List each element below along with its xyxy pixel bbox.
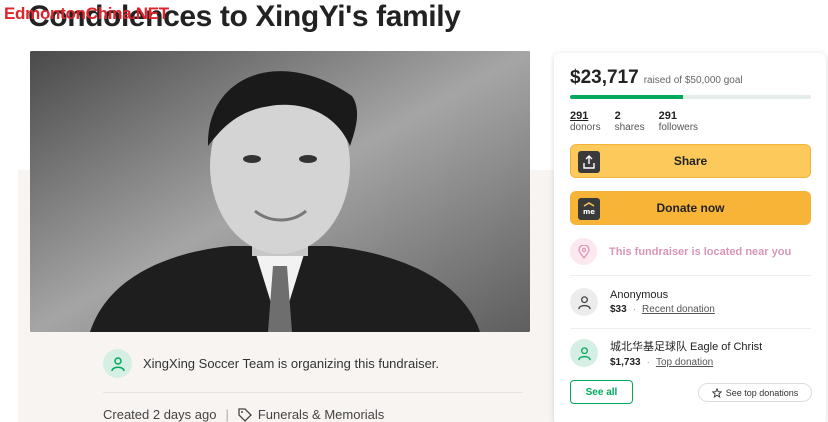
donors-count[interactable]: 291 (570, 110, 601, 122)
divider (103, 392, 523, 393)
dot-separator: · (632, 304, 637, 315)
divider (570, 275, 811, 276)
stats-row: 291 donors 2 shares 291 followers (570, 110, 712, 133)
category-link[interactable]: Funerals & Memorials (258, 407, 384, 422)
location-notice: This fundraiser is located near you (570, 238, 791, 265)
person-icon (103, 349, 132, 378)
donate-button[interactable]: me Donate now (570, 191, 811, 225)
shares-count: 2 (614, 110, 621, 122)
shares-label: shares (614, 122, 645, 133)
location-pin-icon (570, 238, 597, 265)
organizer-text: XingXing Soccer Team is organizing this … (143, 356, 440, 371)
meta-row: Created 2 days ago | Funerals & Memorial… (103, 407, 384, 422)
share-button[interactable]: Share (570, 144, 811, 178)
progress-bar (570, 95, 811, 99)
donor-amount: $1,733 (610, 357, 641, 368)
organizer-row: XingXing Soccer Team is organizing this … (103, 349, 439, 378)
created-date: Created 2 days ago (103, 407, 217, 422)
stat-followers: 291 followers (659, 110, 698, 133)
dot-separator: · (646, 357, 650, 368)
see-top-donations-label: See top donations (725, 387, 799, 398)
tag-icon (238, 407, 252, 422)
portrait-illustration (30, 51, 530, 332)
share-icon (578, 151, 600, 173)
progress-fill (570, 95, 684, 99)
share-label: Share (673, 154, 708, 168)
donors-label: donors (570, 122, 601, 133)
followers-label: followers (658, 122, 699, 133)
donor-amount: $33 (610, 304, 627, 315)
recent-donation-link[interactable]: Recent donation (642, 304, 715, 315)
see-all-button[interactable]: See all (570, 380, 633, 404)
watermark: EdmontonChina.NET (4, 4, 169, 23)
person-icon (570, 339, 598, 367)
followers-count: 291 (658, 110, 677, 122)
stat-shares: 2 shares (615, 110, 645, 133)
donor-name: 城北华基足球队 Eagle of Christ (610, 341, 763, 353)
star-icon (711, 387, 722, 398)
see-top-donations-button[interactable]: See top donations (698, 383, 812, 402)
gofundme-me-icon: me (578, 198, 600, 220)
fundraiser-photo[interactable] (30, 51, 530, 332)
raised-summary: $23,717 raised of $50,000 goal (570, 67, 743, 89)
donation-card: $23,717 raised of $50,000 goal 291 donor… (554, 53, 826, 422)
person-icon (570, 288, 598, 316)
meta-separator: | (225, 407, 229, 422)
donor-item: 城北华基足球队 Eagle of Christ $1,733 · Top don… (570, 338, 762, 368)
donate-label: Donate now (656, 201, 725, 215)
location-notice-text: This fundraiser is located near you (609, 245, 792, 258)
divider (570, 328, 811, 329)
top-donation-link[interactable]: Top donation (656, 357, 713, 368)
raised-goal: raised of $50,000 goal (643, 75, 743, 86)
donor-item: Anonymous $33 · Recent donation (570, 288, 715, 316)
svg-text:me: me (583, 208, 595, 216)
stat-donors[interactable]: 291 donors (570, 110, 601, 133)
donor-name: Anonymous (610, 289, 669, 301)
raised-amount: $23,717 (570, 67, 639, 88)
